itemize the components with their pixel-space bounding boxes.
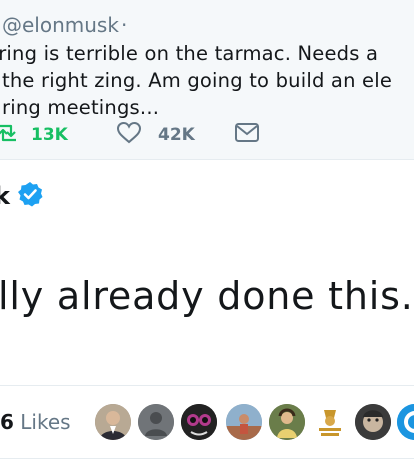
likes-label: Likes — [20, 410, 71, 434]
envelope-icon — [234, 122, 260, 148]
avatar[interactable] — [397, 404, 414, 440]
verified-badge-icon — [17, 181, 43, 211]
header-separator: · — [121, 13, 128, 37]
heart-icon — [116, 121, 142, 149]
avatar[interactable] — [269, 404, 305, 440]
tweet-actions: 13K 42K — [0, 118, 414, 152]
likes-count: 6 — [0, 410, 14, 434]
author-handle[interactable]: @elonmusk — [2, 13, 119, 37]
direct-message-button[interactable] — [234, 118, 260, 152]
tweet-detail-page: @elonmusk · ering is terrible on the tar… — [0, 0, 414, 473]
tweet-author[interactable]: k — [0, 176, 43, 216]
quoted-tweet[interactable]: @elonmusk · ering is terrible on the tar… — [0, 0, 414, 160]
avatar[interactable] — [312, 404, 348, 440]
tweet-text-line: ering is terrible on the tarmac. Needs a — [0, 42, 379, 65]
avatar[interactable] — [95, 404, 131, 440]
retweet-icon — [0, 123, 18, 147]
like-button[interactable]: 42K — [116, 118, 195, 152]
quoted-tweet-text: ering is terrible on the tarmac. Needs a… — [0, 40, 414, 121]
likes-link[interactable]: 6 Likes — [0, 410, 71, 434]
like-count: 42K — [158, 125, 195, 145]
tweet-text-line: ring meetings... — [2, 96, 160, 119]
author-name[interactable]: k — [0, 182, 10, 210]
avatar[interactable] — [355, 404, 391, 440]
retweet-button[interactable]: 13K — [0, 118, 68, 152]
retweet-count: 13K — [31, 125, 68, 145]
tweet-text-line: the right zing. Am going to build an ele — [2, 69, 393, 92]
likes-bar: 6 Likes — [0, 385, 414, 459]
tweet-text: lly already done this... I — [0, 274, 414, 318]
avatar[interactable] — [181, 404, 217, 440]
avatar[interactable] — [138, 404, 174, 440]
avatar[interactable] — [226, 404, 262, 440]
